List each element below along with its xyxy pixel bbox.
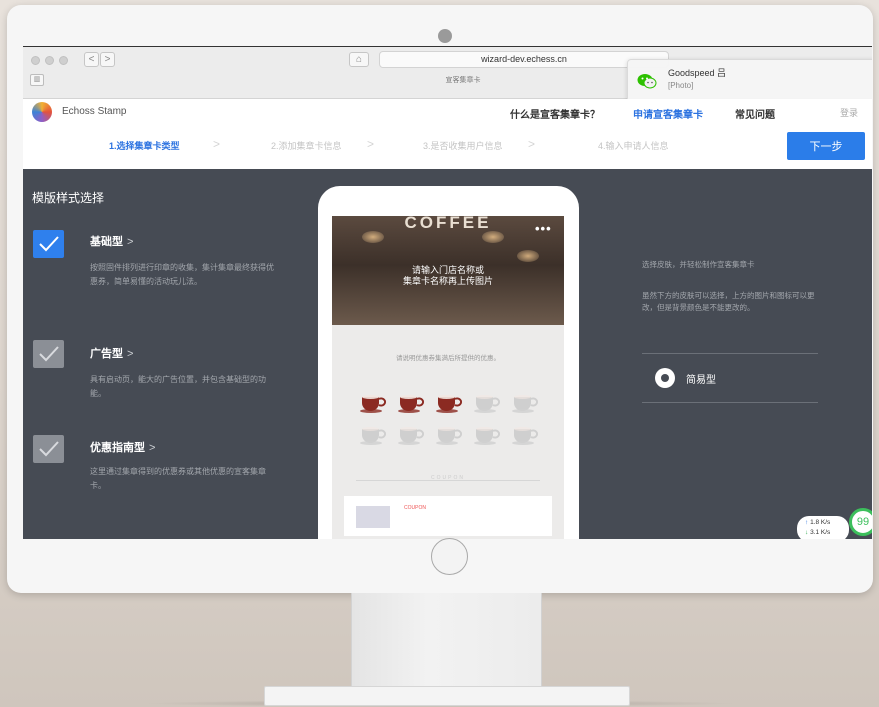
step-3[interactable]: 3.是否收集用户信息 bbox=[423, 139, 503, 152]
download-speed-value: 3.1 K/s bbox=[810, 529, 831, 536]
wizard-steps: 1.选择集章卡类型 > 2.添加集章卡信息 > 3.是否收集用户信息 > 4.输… bbox=[23, 125, 872, 169]
nav-apply[interactable]: 申请宣客集章卡 bbox=[633, 106, 703, 121]
notification-body: [Photo] bbox=[668, 81, 694, 90]
option-ad-label: 广告型 bbox=[90, 348, 123, 360]
skin-radio[interactable] bbox=[655, 368, 675, 388]
screen: < > ⌂ wizard-dev.echess.cn ▥ 宣客集章卡 Goods… bbox=[23, 46, 872, 539]
check-icon bbox=[39, 346, 59, 362]
check-icon bbox=[39, 441, 59, 457]
panel-title: 模版样式选择 bbox=[32, 191, 105, 205]
step-4[interactable]: 4.输入申请人信息 bbox=[598, 139, 669, 152]
option-guide-desc: 这里通过集章得到的优惠券或其他优惠的宣客集章卡。 bbox=[90, 467, 266, 490]
hero-upload-hint: 请输入门店名称或 集章卡名称再上传图片 bbox=[332, 265, 564, 287]
skin-hint: 选择皮肤，并轻松制作宣客集章卡 bbox=[642, 260, 755, 269]
notification-title: Goodspeed 吕 bbox=[668, 68, 727, 78]
stamp-empty-icon bbox=[511, 423, 539, 445]
camera-dot bbox=[438, 29, 452, 43]
wechat-notification[interactable]: Goodspeed 吕 [Photo] bbox=[627, 59, 872, 103]
network-speed-widget: ↑ 1.8 K/s ↓ 3.1 K/s bbox=[797, 516, 849, 539]
home-icon[interactable]: ⌂ bbox=[349, 52, 369, 67]
zoom-window-button[interactable] bbox=[59, 56, 68, 65]
forward-button[interactable]: > bbox=[100, 52, 115, 67]
address-bar[interactable]: wizard-dev.echess.cn bbox=[379, 51, 669, 68]
chevron-right-icon: > bbox=[127, 348, 134, 360]
more-icon[interactable]: ••• bbox=[535, 221, 552, 236]
chevron-right-icon: > bbox=[149, 442, 156, 454]
hero-lamp bbox=[517, 250, 539, 262]
close-window-button[interactable] bbox=[31, 56, 40, 65]
wechat-icon bbox=[637, 74, 657, 89]
arrow-down-icon: ↓ bbox=[805, 529, 809, 536]
stamp-card-preview: COFFEE ••• 请输入门店名称或 集章卡名称再上传图片 请说明优惠券集满后… bbox=[332, 216, 564, 539]
stamp-empty-icon bbox=[359, 423, 387, 445]
coupon-text: COUPON bbox=[404, 505, 426, 511]
option-basic-title[interactable]: 基础型 > bbox=[90, 233, 133, 249]
option-guide-title[interactable]: 优惠指南型 > bbox=[90, 439, 155, 455]
arrow-up-icon: ↑ bbox=[805, 519, 809, 526]
download-speed: ↓ 3.1 K/s bbox=[805, 529, 830, 536]
coupon-heading: COUPON bbox=[431, 475, 465, 481]
option-guide-label: 优惠指南型 bbox=[90, 442, 145, 454]
option-ad-title[interactable]: 广告型 > bbox=[90, 345, 133, 361]
option-basic-label: 基础型 bbox=[90, 236, 123, 248]
chevron-right-icon: > bbox=[127, 236, 134, 248]
stamp-empty-icon bbox=[435, 423, 463, 445]
minimize-window-button[interactable] bbox=[45, 56, 54, 65]
step-1[interactable]: 1.选择集章卡类型 bbox=[109, 139, 180, 152]
upload-speed: ↑ 1.8 K/s bbox=[805, 519, 830, 526]
site-header: Echoss Stamp 什么是宣客集章卡？ 申请宣客集章卡 常见问题 登录 bbox=[23, 99, 872, 125]
upload-speed-value: 1.8 K/s bbox=[810, 519, 831, 526]
monitor-base bbox=[264, 686, 630, 706]
speed-badge[interactable]: 99 bbox=[849, 508, 872, 536]
option-guide-checkbox[interactable] bbox=[33, 435, 64, 463]
stamp-tip: 请说明优惠券集满后所提供的优惠。 bbox=[396, 355, 500, 362]
option-basic-checkbox[interactable] bbox=[33, 230, 64, 258]
echoss-logo-icon[interactable] bbox=[32, 102, 52, 122]
brand-name[interactable]: Echoss Stamp bbox=[62, 106, 126, 117]
next-step-button[interactable]: 下一步 bbox=[787, 132, 865, 160]
option-ad-desc: 具有启动页，能大的广告位置，并包含基础型的功能。 bbox=[90, 375, 266, 398]
hero-coffee-sign: COFFEE bbox=[404, 216, 492, 232]
nav-what-is[interactable]: 什么是宣客集章卡？ bbox=[510, 106, 600, 121]
step-separator-icon: > bbox=[367, 137, 375, 151]
stamp-filled-icon bbox=[435, 391, 463, 413]
sidebar-toggle-icon[interactable]: ▥ bbox=[30, 74, 44, 86]
template-panel: 模版样式选择 基础型 > 按照固件排列进行印章的收集，集计集章最终获得优惠券，简单… bbox=[23, 169, 872, 539]
monitor-stand bbox=[351, 593, 542, 688]
check-icon bbox=[39, 236, 59, 252]
skin-radio-label[interactable]: 简易型 bbox=[686, 371, 716, 386]
stamp-filled-icon bbox=[397, 391, 425, 413]
option-basic-desc: 按照固件排列进行印章的收集，集计集章最终获得优惠券，简单易懂的活动玩儿法。 bbox=[90, 263, 274, 286]
coupon-image bbox=[356, 506, 390, 528]
monitor-home-button[interactable] bbox=[431, 538, 468, 575]
size-label: ©12cm bbox=[427, 524, 459, 535]
divider bbox=[642, 402, 818, 403]
tab-title[interactable]: 宣客集章卡 bbox=[403, 75, 523, 85]
step-2[interactable]: 2.添加集章卡信息 bbox=[271, 139, 342, 152]
stamp-empty-icon bbox=[473, 423, 501, 445]
stamp-filled-icon bbox=[359, 391, 387, 413]
hero-image[interactable]: COFFEE ••• 请输入门店名称或 集章卡名称再上传图片 bbox=[332, 216, 564, 325]
divider bbox=[642, 353, 818, 354]
stamp-empty-icon bbox=[511, 391, 539, 413]
skin-description: 虽然下方的皮肤可以选择，上方的图片和图标可以更改，但是背景颜色是不能更改的。 bbox=[642, 291, 815, 312]
stamp-empty-icon bbox=[473, 391, 501, 413]
stamp-empty-icon bbox=[397, 423, 425, 445]
step-separator-icon: > bbox=[528, 137, 536, 151]
step-separator-icon: > bbox=[213, 137, 221, 151]
nav-faq[interactable]: 常见问题 bbox=[735, 106, 775, 121]
back-button[interactable]: < bbox=[84, 52, 99, 67]
phone-preview: COFFEE ••• 请输入门店名称或 集章卡名称再上传图片 请说明优惠券集满后… bbox=[318, 186, 579, 539]
login-link[interactable]: 登录 bbox=[840, 106, 858, 119]
option-ad-checkbox[interactable] bbox=[33, 340, 64, 368]
hero-hint-line1: 请输入门店名称或 bbox=[411, 265, 484, 275]
hero-hint-line2: 集章卡名称再上传图片 bbox=[402, 276, 493, 286]
